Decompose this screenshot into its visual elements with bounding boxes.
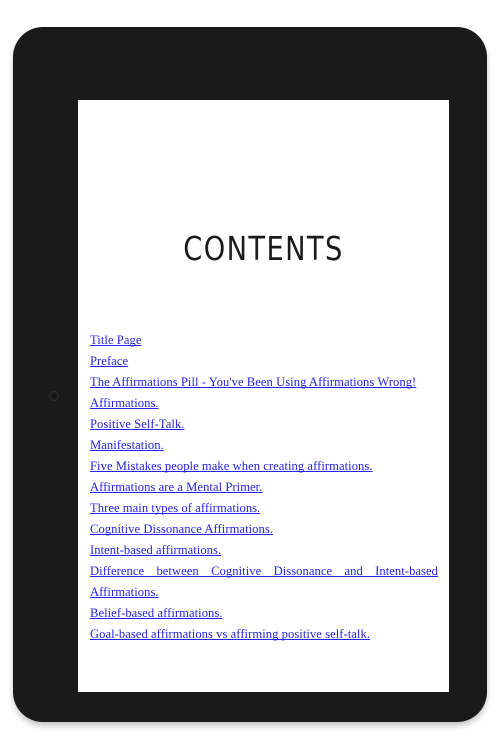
list-item: Title Page: [90, 330, 438, 351]
front-camera-icon: [49, 391, 59, 401]
toc-link-goal-based-affirmations[interactable]: Goal-based affirmations vs affirming pos…: [90, 624, 438, 645]
toc-link-belief-based-affirmations[interactable]: Belief-based affirmations.: [90, 603, 438, 624]
ebook-page: CONTENTS Title Page Preface The Affirmat…: [78, 100, 449, 692]
list-item: Belief-based affirmations.: [90, 603, 438, 624]
list-item: Preface: [90, 351, 438, 372]
screenshot-root: CONTENTS Title Page Preface The Affirmat…: [0, 0, 501, 738]
list-item: Goal-based affirmations vs affirming pos…: [90, 624, 438, 645]
list-item: Five Mistakes people make when creating …: [90, 456, 438, 477]
toc-link-difference-between[interactable]: Difference between Cognitive Dissonance …: [90, 561, 438, 603]
toc-link-intent-based-affirmations[interactable]: Intent-based affirmations.: [90, 540, 438, 561]
list-item: Positive Self-Talk.: [90, 414, 438, 435]
toc-link-title-page[interactable]: Title Page: [90, 330, 438, 351]
table-of-contents-list: Title Page Preface The Affirmations Pill…: [90, 330, 438, 645]
toc-link-manifestation[interactable]: Manifestation.: [90, 435, 438, 456]
list-item: Manifestation.: [90, 435, 438, 456]
tablet-device-frame: CONTENTS Title Page Preface The Affirmat…: [13, 27, 487, 722]
list-item: Affirmations are a Mental Primer.: [90, 477, 438, 498]
list-item: Intent-based affirmations.: [90, 540, 438, 561]
toc-link-preface[interactable]: Preface: [90, 351, 438, 372]
toc-link-affirmations-pill[interactable]: The Affirmations Pill - You've Been Usin…: [90, 372, 438, 393]
list-item: The Affirmations Pill - You've Been Usin…: [90, 372, 438, 393]
toc-link-mental-primer[interactable]: Affirmations are a Mental Primer.: [90, 477, 438, 498]
list-item: Affirmations.: [90, 393, 438, 414]
toc-link-affirmations[interactable]: Affirmations.: [90, 393, 438, 414]
toc-link-cognitive-dissonance-affirmations[interactable]: Cognitive Dissonance Affirmations.: [90, 519, 438, 540]
toc-link-positive-self-talk[interactable]: Positive Self-Talk.: [90, 414, 438, 435]
list-item: Three main types of affirmations.: [90, 498, 438, 519]
list-item: Cognitive Dissonance Affirmations.: [90, 519, 438, 540]
page-title: CONTENTS: [183, 229, 344, 268]
list-item: Difference between Cognitive Dissonance …: [90, 561, 438, 603]
toc-link-five-mistakes[interactable]: Five Mistakes people make when creating …: [90, 456, 438, 477]
toc-link-three-main-types[interactable]: Three main types of affirmations.: [90, 498, 438, 519]
